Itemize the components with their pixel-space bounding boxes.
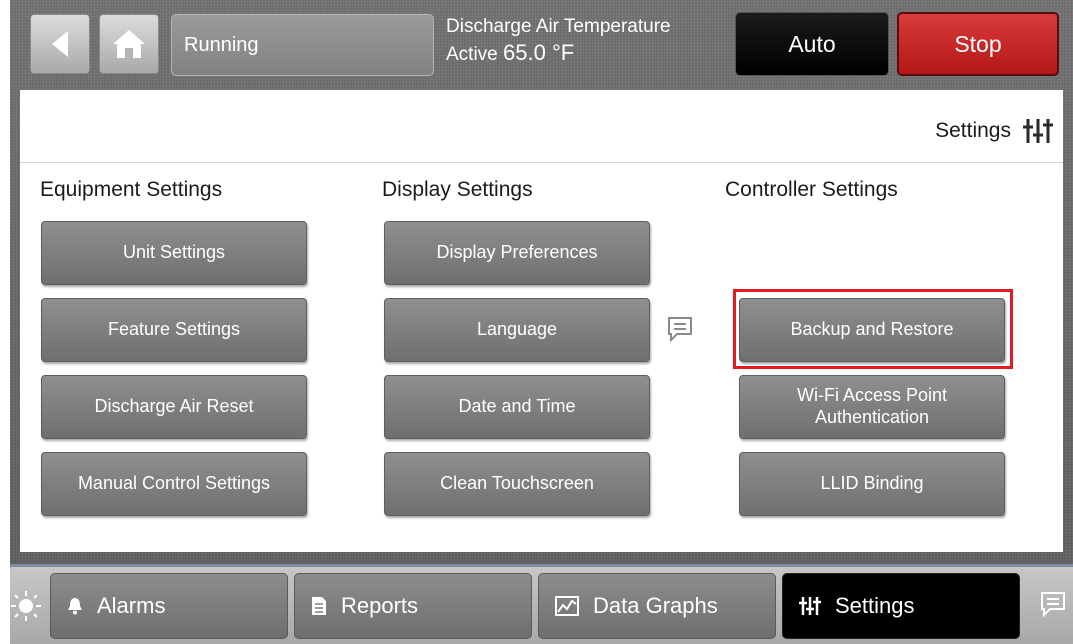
- chat-icon[interactable]: [666, 315, 694, 343]
- top-bar: Running Discharge Air Temperature Active…: [10, 0, 1073, 90]
- home-icon: [113, 30, 145, 58]
- sliders-icon: [799, 596, 821, 616]
- equipment-settings-heading: Equipment Settings: [40, 178, 223, 201]
- highlight-box: [733, 289, 1013, 369]
- discharge-air-reset-button[interactable]: Discharge Air Reset: [41, 375, 307, 439]
- tab-reports-label: Reports: [341, 593, 419, 618]
- bell-icon: [67, 597, 83, 615]
- tab-settings-label: Settings: [835, 593, 915, 618]
- manual-control-settings-button[interactable]: Manual Control Settings: [41, 452, 307, 516]
- unit-settings-button[interactable]: Unit Settings: [41, 221, 307, 285]
- back-button[interactable]: [30, 14, 90, 74]
- temperature-state: Active: [446, 44, 498, 65]
- chat-icon[interactable]: [1039, 590, 1067, 618]
- tab-reports[interactable]: Reports: [294, 573, 532, 639]
- auto-button[interactable]: Auto: [735, 12, 889, 76]
- bottom-bar-divider: [10, 564, 1073, 567]
- temperature-label: Discharge Air Temperature: [446, 16, 671, 37]
- display-settings-heading: Display Settings: [382, 178, 533, 201]
- tab-data-graphs-label: Data Graphs: [593, 593, 718, 618]
- page-title-text: Settings: [935, 119, 1011, 142]
- tab-alarms-label: Alarms: [97, 593, 166, 618]
- sliders-icon: [1023, 119, 1053, 143]
- tab-data-graphs[interactable]: Data Graphs: [538, 573, 776, 639]
- discharge-air-temperature: Discharge Air Temperature Active 65.0 °F: [446, 16, 671, 66]
- brightness-icon[interactable]: [10, 590, 42, 622]
- controller-settings-heading: Controller Settings: [725, 178, 898, 201]
- clean-touchscreen-button[interactable]: Clean Touchscreen: [384, 452, 650, 516]
- page-title: Settings: [935, 118, 1053, 144]
- stop-label: Stop: [954, 30, 1002, 57]
- stop-button[interactable]: Stop: [897, 12, 1059, 76]
- back-arrow-icon: [52, 31, 68, 57]
- title-divider: [20, 162, 1063, 163]
- document-icon: [311, 596, 327, 616]
- bottom-nav-bar: Alarms Reports Data Graphs Settings: [10, 564, 1073, 644]
- settings-panel: Settings Equipment Settings Display Sett…: [20, 90, 1063, 552]
- llid-binding-button[interactable]: LLID Binding: [739, 452, 1005, 516]
- feature-settings-button[interactable]: Feature Settings: [41, 298, 307, 362]
- touchscreen: Running Discharge Air Temperature Active…: [10, 0, 1073, 644]
- temperature-value: 65.0 °F: [503, 40, 575, 65]
- home-button[interactable]: [99, 14, 159, 74]
- tab-alarms[interactable]: Alarms: [50, 573, 288, 639]
- chart-icon: [555, 596, 579, 616]
- auto-label: Auto: [788, 30, 836, 57]
- date-and-time-button[interactable]: Date and Time: [384, 375, 650, 439]
- language-button[interactable]: Language: [384, 298, 650, 362]
- wifi-access-point-authentication-button[interactable]: Wi-Fi Access Point Authentication: [739, 375, 1005, 439]
- display-preferences-button[interactable]: Display Preferences: [384, 221, 650, 285]
- unit-status-text: Running: [184, 33, 259, 56]
- unit-status-box[interactable]: Running: [171, 14, 434, 76]
- tab-settings[interactable]: Settings: [782, 573, 1020, 639]
